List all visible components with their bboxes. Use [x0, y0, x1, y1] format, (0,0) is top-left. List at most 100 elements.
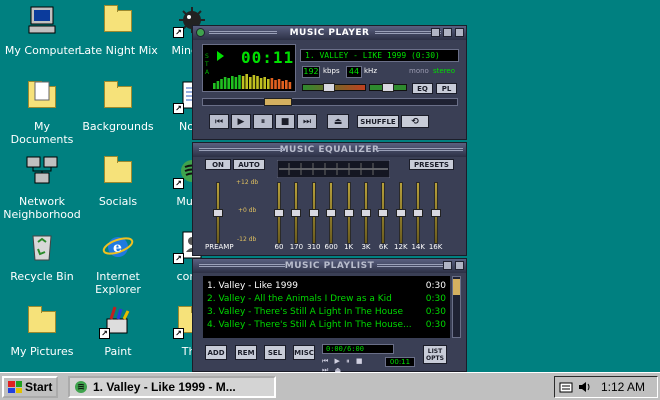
playlist-mini-time: 00:11: [385, 357, 415, 367]
desktop-icon[interactable]: Backgrounds: [78, 80, 158, 133]
eq-band-label: 600: [324, 243, 338, 251]
desktop-icon-label: Socials: [98, 195, 138, 208]
shuffle-button[interactable]: SHUFFLE: [357, 115, 399, 128]
mini-transport[interactable]: ⏮ ▶ ⏸ ■ ⏭ ⏏: [322, 357, 374, 374]
playlist-item[interactable]: 3. Valley - There's Still A Light In The…: [207, 306, 446, 319]
playlist-item[interactable]: 2. Valley - All the Animals I Drew as a …: [207, 293, 446, 306]
eq-presets-button[interactable]: PRESETS: [409, 159, 454, 170]
eq-band-slider[interactable]: [274, 182, 284, 244]
previous-button[interactable]: ⏮: [209, 114, 229, 129]
taskbar-task-music-player[interactable]: 1. Valley - Like 1999 - M...: [68, 376, 276, 398]
db-top-label: +12 db: [236, 179, 259, 186]
preamp-slider[interactable]: [213, 182, 223, 244]
shortcut-arrow-icon: ↗: [99, 328, 110, 339]
seek-knob[interactable]: [264, 98, 293, 106]
desktop-icon-label: Network Neighborhood: [3, 195, 81, 221]
eq-knob[interactable]: [274, 209, 284, 217]
visualizer-bar: [267, 79, 270, 89]
close-button[interactable]: [455, 28, 464, 37]
playlist-total-time: 0:00/6:00: [322, 344, 394, 354]
eq-on-button[interactable]: ON: [205, 159, 231, 170]
eq-knob[interactable]: [378, 209, 389, 217]
titlebar-grip: [377, 148, 463, 152]
pause-button[interactable]: ⏸: [253, 114, 273, 129]
eq-knob[interactable]: [326, 209, 337, 217]
desktop-icon[interactable]: Socials: [78, 155, 158, 208]
playlist-add-button[interactable]: ADD: [205, 345, 227, 360]
stop-button[interactable]: ■: [275, 114, 295, 129]
desktop-icon-label: Recycle Bin: [10, 270, 74, 283]
volume-knob[interactable]: [323, 83, 335, 92]
eq-knob[interactable]: [291, 209, 302, 217]
eq-band-slider[interactable]: [308, 182, 319, 244]
repeat-button[interactable]: ⟲: [401, 115, 429, 128]
shortcut-arrow-icon: ↗: [173, 253, 184, 264]
time-display[interactable]: S T A 00:11: [202, 44, 296, 92]
eq-toggle-button[interactable]: EQ: [412, 83, 433, 94]
playlist-item[interactable]: 1. Valley - Like 1999 0:30: [207, 280, 446, 293]
shortcut-arrow-icon: ↗: [173, 103, 184, 114]
playlist-remove-button[interactable]: REM: [235, 345, 257, 360]
desktop-icon[interactable]: Recycle Bin: [2, 230, 82, 283]
eq-band-slider[interactable]: [378, 182, 389, 244]
eq-knob[interactable]: [361, 209, 371, 217]
playlist-close-button[interactable]: [455, 261, 464, 270]
play-button[interactable]: ▶: [231, 114, 251, 129]
clock[interactable]: 1:12 AM: [601, 380, 645, 394]
balance-slider[interactable]: [369, 83, 407, 92]
visualizer-bar: [263, 77, 266, 89]
desktop-icon[interactable]: My Documents: [2, 80, 82, 146]
eject-button[interactable]: ⏏: [327, 114, 349, 129]
eq-knob[interactable]: [343, 209, 354, 217]
balance-knob[interactable]: [382, 83, 394, 92]
keyboard-icon[interactable]: [559, 380, 573, 394]
eq-band-slider[interactable]: [343, 182, 354, 244]
db-bot-label: -12 db: [237, 236, 257, 243]
track-marquee: 1. VALLEY - LIKE 1999 (0:30): [300, 49, 459, 62]
eq-band-label: 12K: [394, 243, 408, 251]
desktop-icon[interactable]: Late Night Mix: [78, 4, 158, 57]
visualizer-bar: [238, 75, 241, 89]
eq-band-slider[interactable]: [326, 182, 337, 244]
playlist-item[interactable]: 4. Valley - There's Still A Light In The…: [207, 319, 446, 332]
desktop-icon[interactable]: My Pictures: [2, 305, 82, 358]
eq-band-slider[interactable]: [291, 182, 302, 244]
volume-slider[interactable]: [302, 83, 366, 92]
playlist-misc-button[interactable]: MISC: [293, 345, 315, 360]
minimize-button[interactable]: [431, 28, 440, 37]
playlist-shade-button[interactable]: [443, 261, 452, 270]
desktop-icon[interactable]: My Computer: [2, 4, 82, 57]
equalizer-titlebar[interactable]: MUSIC EQUALIZER: [193, 143, 466, 157]
playlist-select-button[interactable]: SEL: [264, 345, 286, 360]
eq-knob[interactable]: [430, 209, 441, 217]
visualizer-bar: [234, 77, 238, 89]
eq-knob[interactable]: [395, 209, 406, 217]
visualizer-bar: [281, 81, 284, 89]
eq-band-slider[interactable]: [361, 182, 371, 244]
taskbar: Start 1. Valley - Like 1999 - M... 1:12 …: [0, 372, 660, 400]
eq-knob[interactable]: [308, 209, 319, 217]
eq-auto-button[interactable]: AUTO: [233, 159, 265, 170]
eq-band-slider[interactable]: [413, 182, 424, 244]
next-button[interactable]: ⏭: [297, 114, 317, 129]
playlist-toggle-button[interactable]: PL: [436, 83, 457, 94]
volume-icon[interactable]: [577, 380, 591, 394]
eq-knob[interactable]: [413, 209, 424, 217]
player-menu-icon[interactable]: [196, 28, 205, 37]
playlist-list-options-button[interactable]: LIST OPTS: [423, 345, 447, 364]
start-button[interactable]: Start: [2, 376, 58, 398]
desktop-icon[interactable]: Network Neighborhood: [2, 155, 82, 221]
playlist-list[interactable]: 1. Valley - Like 1999 0:30 2. Valley - All…: [203, 276, 450, 338]
playlist-scrollbar[interactable]: [452, 276, 461, 338]
eq-band-slider[interactable]: [430, 182, 441, 244]
desktop-icon[interactable]: e Internet Explorer: [78, 230, 158, 296]
desktop-icon[interactable]: ↗ Paint: [78, 305, 158, 358]
player-titlebar[interactable]: MUSIC PLAYER: [193, 26, 466, 40]
playlist-scroll-thumb[interactable]: [453, 279, 460, 295]
eq-band-slider[interactable]: [395, 182, 406, 244]
music-player-task-icon: [75, 381, 87, 393]
shade-button[interactable]: [443, 28, 452, 37]
playlist-titlebar[interactable]: MUSIC PLAYLIST: [193, 259, 466, 273]
eq-knob[interactable]: [213, 209, 223, 217]
seek-bar[interactable]: [202, 98, 458, 106]
